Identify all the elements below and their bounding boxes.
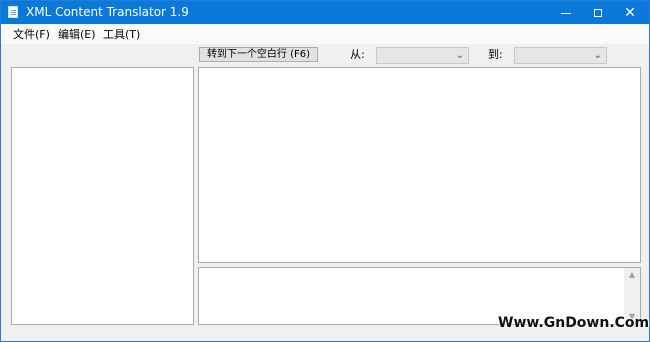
minimize-button[interactable] xyxy=(550,1,582,24)
app-window: XML Content Translator 1.9 ✕ 文件(F) 编辑(E)… xyxy=(0,0,650,342)
maximize-button[interactable] xyxy=(582,1,614,24)
watermark: Www.GnDown.Com xyxy=(498,315,650,331)
menu-bar: 文件(F) 编辑(E) 工具(T) xyxy=(1,24,649,44)
title-bar[interactable]: XML Content Translator 1.9 ✕ xyxy=(1,1,649,24)
chevron-down-icon: ⌄ xyxy=(455,50,464,61)
next-blank-row-button[interactable]: 转到下一个空白行 (F6) xyxy=(199,47,318,62)
scroll-up-icon[interactable]: ▲ xyxy=(624,268,640,282)
from-label: 从: xyxy=(350,48,365,61)
close-icon: ✕ xyxy=(624,4,636,21)
menu-tools[interactable]: 工具(T) xyxy=(103,28,140,41)
from-language-select[interactable]: ⌄ xyxy=(376,47,469,64)
window-title: XML Content Translator 1.9 xyxy=(26,5,189,19)
menu-file[interactable]: 文件(F) xyxy=(13,28,50,41)
content-grid[interactable] xyxy=(198,67,641,263)
close-button[interactable]: ✕ xyxy=(614,1,646,24)
document-icon xyxy=(8,6,18,18)
chevron-down-icon: ⌄ xyxy=(593,50,602,61)
maximize-icon xyxy=(594,8,602,17)
to-language-select[interactable]: ⌄ xyxy=(514,47,607,64)
minimize-icon xyxy=(561,13,571,14)
to-label: 到: xyxy=(488,48,503,61)
tree-panel[interactable] xyxy=(11,67,194,325)
menu-edit[interactable]: 编辑(E) xyxy=(58,28,96,41)
